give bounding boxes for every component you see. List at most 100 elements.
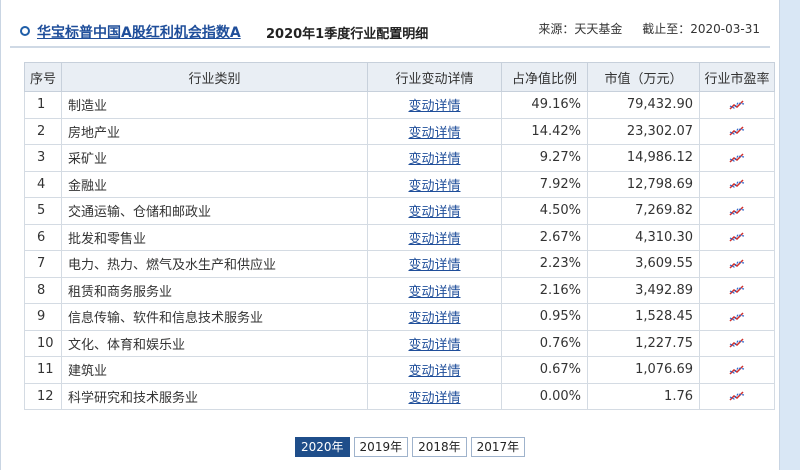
change-detail-link[interactable]: 变动详情 <box>408 391 460 406</box>
net-value-ratio: 49.16% <box>501 91 588 119</box>
detail-cell: 变动详情 <box>367 170 502 198</box>
row-number: 6 <box>24 223 62 251</box>
report-title: 2020年1季度行业配置明细 <box>266 27 429 42</box>
trend-chart-icon[interactable] <box>729 284 745 296</box>
change-detail-link[interactable]: 变动详情 <box>408 364 460 379</box>
table-row: 3 采矿业 变动详情 9.27% 14,986.12 <box>24 144 775 172</box>
market-value: 1.76 <box>587 382 700 410</box>
detail-cell: 变动详情 <box>367 329 502 357</box>
market-value: 1,528.45 <box>587 303 700 331</box>
detail-cell: 变动详情 <box>367 303 502 331</box>
market-value: 23,302.07 <box>587 117 700 145</box>
table-body: 1 制造业 变动详情 49.16% 79,432.90 2 房地产业 变动详情 14.42% 23… <box>24 91 775 410</box>
industry-name: 建筑业 <box>61 356 368 384</box>
trend-chart-icon[interactable] <box>729 152 745 164</box>
pe-cell <box>699 117 775 145</box>
row-number: 11 <box>24 356 62 384</box>
col-header-industry: 行业类别 <box>61 62 368 92</box>
net-value-ratio: 14.42% <box>501 117 588 145</box>
table-row: 4 金融业 变动详情 7.92% 12,798.69 <box>24 170 775 198</box>
pe-cell <box>699 144 775 172</box>
trend-chart-icon[interactable] <box>729 364 745 376</box>
change-detail-link[interactable]: 变动详情 <box>408 338 460 353</box>
detail-cell: 变动详情 <box>367 382 502 410</box>
table-row: 11 建筑业 变动详情 0.67% 1,076.69 <box>24 356 775 384</box>
market-value: 12,798.69 <box>587 170 700 198</box>
source-label: 来源： <box>538 22 575 36</box>
source-value: 天天基金 <box>574 22 623 36</box>
row-number: 1 <box>24 91 62 119</box>
col-header-pe: 行业市盈率 <box>699 62 775 92</box>
detail-cell: 变动详情 <box>367 356 502 384</box>
change-detail-link[interactable]: 变动详情 <box>408 232 460 247</box>
pe-cell <box>699 303 775 331</box>
detail-cell: 变动详情 <box>367 91 502 119</box>
year-tab-1[interactable]: 2019年 <box>353 437 409 457</box>
pe-cell <box>699 197 775 225</box>
table-row: 2 房地产业 变动详情 14.42% 23,302.07 <box>24 117 775 145</box>
industry-name: 制造业 <box>61 91 368 119</box>
trend-chart-icon[interactable] <box>729 231 745 243</box>
row-number: 2 <box>24 117 62 145</box>
col-header-detail: 行业变动详情 <box>367 62 502 92</box>
trend-chart-icon[interactable] <box>729 337 745 349</box>
market-value: 3,492.89 <box>587 276 700 304</box>
pe-cell <box>699 276 775 304</box>
trend-chart-icon[interactable] <box>729 125 745 137</box>
pe-cell <box>699 250 775 278</box>
change-detail-link[interactable]: 变动详情 <box>408 285 460 300</box>
trend-chart-icon[interactable] <box>729 311 745 323</box>
change-detail-link[interactable]: 变动详情 <box>408 99 460 114</box>
table-header-row: 序号 行业类别 行业变动详情 占净值比例 市值（万元） 行业市盈率 <box>24 62 775 92</box>
page-gutter <box>780 0 800 470</box>
change-detail-link[interactable]: 变动详情 <box>408 311 460 326</box>
market-value: 4,310.30 <box>587 223 700 251</box>
col-header-no: 序号 <box>24 62 62 92</box>
row-number: 3 <box>24 144 62 172</box>
change-detail-link[interactable]: 变动详情 <box>408 258 460 273</box>
industry-name: 租赁和商务服务业 <box>61 276 368 304</box>
col-header-ratio: 占净值比例 <box>501 62 588 92</box>
net-value-ratio: 0.95% <box>501 303 588 331</box>
net-value-ratio: 0.00% <box>501 382 588 410</box>
net-value-ratio: 2.23% <box>501 250 588 278</box>
col-header-value: 市值（万元） <box>587 62 700 92</box>
industry-name: 交通运输、仓储和邮政业 <box>61 197 368 225</box>
market-value: 7,269.82 <box>587 197 700 225</box>
change-detail-link[interactable]: 变动详情 <box>408 152 460 167</box>
industry-name: 信息传输、软件和信息技术服务业 <box>61 303 368 331</box>
trend-chart-icon[interactable] <box>729 178 745 190</box>
industry-name: 科学研究和技术服务业 <box>61 382 368 410</box>
industry-name: 批发和零售业 <box>61 223 368 251</box>
year-tab-0[interactable]: 2020年 <box>295 437 350 457</box>
net-value-ratio: 7.92% <box>501 170 588 198</box>
market-value: 3,609.55 <box>587 250 700 278</box>
detail-cell: 变动详情 <box>367 117 502 145</box>
market-value: 14,986.12 <box>587 144 700 172</box>
trend-chart-icon[interactable] <box>729 258 745 270</box>
net-value-ratio: 9.27% <box>501 144 588 172</box>
change-detail-link[interactable]: 变动详情 <box>408 179 460 194</box>
table-row: 9 信息传输、软件和信息技术服务业 变动详情 0.95% 1,528.45 <box>24 303 775 331</box>
row-number: 8 <box>24 276 62 304</box>
pe-cell <box>699 329 775 357</box>
row-number: 7 <box>24 250 62 278</box>
trend-chart-icon[interactable] <box>729 390 745 402</box>
year-tab-2[interactable]: 2018年 <box>412 437 467 457</box>
trend-chart-icon[interactable] <box>729 99 745 111</box>
table-row: 12 科学研究和技术服务业 变动详情 0.00% 1.76 <box>24 382 775 410</box>
year-tab-3[interactable]: 2017年 <box>470 437 526 457</box>
row-number: 12 <box>24 382 62 410</box>
detail-cell: 变动详情 <box>367 144 502 172</box>
pe-cell <box>699 91 775 119</box>
detail-cell: 变动详情 <box>367 250 502 278</box>
pe-cell <box>699 170 775 198</box>
trend-chart-icon[interactable] <box>729 205 745 217</box>
detail-cell: 变动详情 <box>367 197 502 225</box>
row-number: 4 <box>24 170 62 198</box>
fund-name-link[interactable]: 华宝标普中国A股红利机会指数A <box>37 22 241 42</box>
change-detail-link[interactable]: 变动详情 <box>408 126 460 141</box>
table-row: 1 制造业 变动详情 49.16% 79,432.90 <box>24 91 775 119</box>
change-detail-link[interactable]: 变动详情 <box>408 205 460 220</box>
net-value-ratio: 4.50% <box>501 197 588 225</box>
